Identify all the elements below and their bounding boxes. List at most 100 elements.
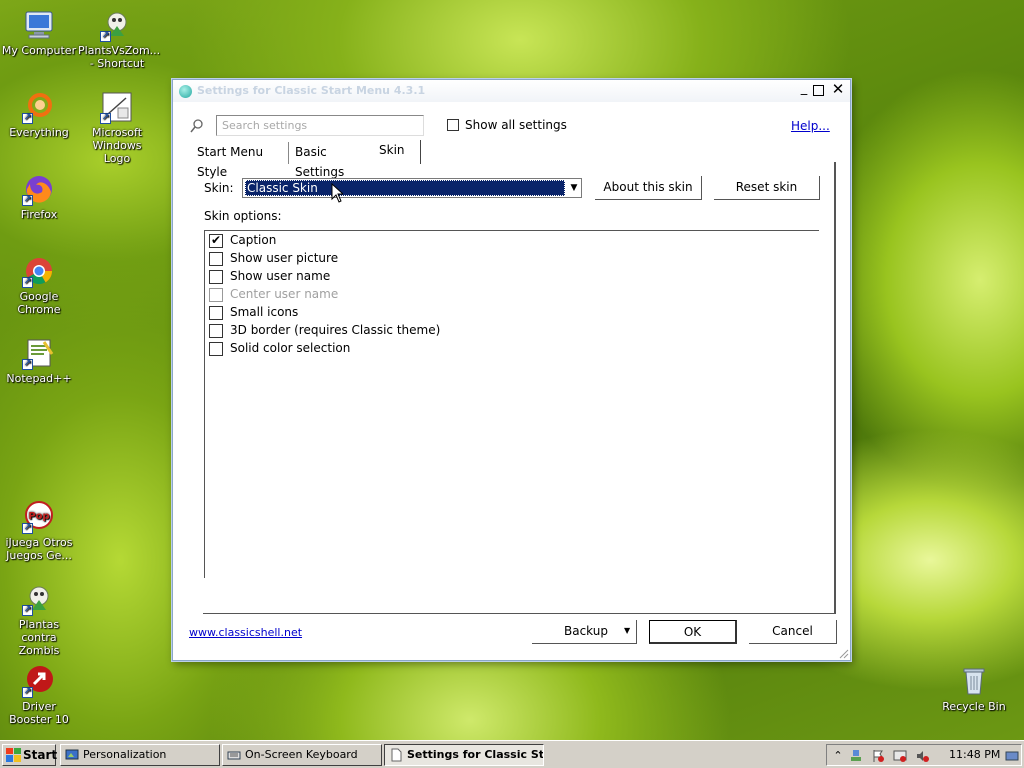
shortcut-arrow-icon: ↗ [22,687,33,698]
settings-window: Settings for Classic Start Menu 4.3.1 _ … [172,79,851,661]
skin-selected: Classic Skin [245,180,565,196]
resize-grip-icon[interactable] [837,647,849,659]
desktop-icon-label: Firefox [20,208,58,221]
firefox-icon: ↗ [22,172,56,206]
desktop-icon-everything[interactable]: ↗ Everything [0,90,78,139]
tab-start-menu-style[interactable]: Start Menu Style [193,142,289,179]
shortcut-arrow-icon: ↗ [22,359,33,370]
backup-label: Backup [564,624,608,638]
desktop-icon-recycle-bin[interactable]: Recycle Bin [935,664,1013,713]
desktop-icon-my-computer[interactable]: My Computer [0,8,78,57]
desktop-icon-label: Everything [9,126,69,139]
start-label: Start [23,748,58,762]
flag-icon[interactable] [871,749,885,763]
desktop-icon-label: Recycle Bin [942,700,1006,713]
option-label: Caption [230,233,277,247]
maximize-icon[interactable] [813,85,824,96]
notepad-plus-icon: ↗ [22,336,56,370]
center-user-name-checkbox [209,288,223,302]
desktop-icon-firefox[interactable]: ↗ Firefox [0,172,78,221]
skin-label: Skin: [204,181,234,195]
display-icon[interactable] [893,749,907,763]
show-desktop-icon[interactable] [1005,749,1019,763]
clock[interactable]: 11:48 PM [949,748,1000,761]
help-link[interactable]: Help... [791,119,830,133]
windows-logo-icon: ↗ [100,90,134,124]
show-all-settings-checkbox[interactable] [447,119,459,131]
keyboard-icon [227,751,241,760]
skin-options-list: ✔ Caption Show user picture Show user nam… [204,230,819,578]
option-label: Show user name [230,269,331,283]
desktop-icon-plantas-contra-zombis[interactable]: ↗ Plantas contra Zombis [0,582,78,657]
desktop-icon-windows-logo[interactable]: ↗ Microsoft Windows Logo [78,90,156,165]
desktop-icon-label: Google Chrome [17,290,61,316]
task-personalization[interactable]: Personalization [60,744,220,766]
shortcut-arrow-icon: ↗ [22,113,33,124]
task-on-screen-keyboard[interactable]: On-Screen Keyboard [222,744,382,766]
recycle-bin-icon [957,664,991,698]
my-computer-icon [22,8,56,42]
shortcut-arrow-icon: ↗ [22,195,33,206]
tab-basic-settings[interactable]: Basic Settings [291,142,371,179]
small-icons-checkbox[interactable] [209,306,223,320]
desktop-icon-label: Microsoft Windows Logo [91,126,143,165]
network-icon[interactable] [849,749,863,763]
search-icon [190,119,203,133]
skin-dropdown[interactable]: Classic Skin ▼ [242,178,582,198]
task-settings-classic-start[interactable]: Settings for Classic St... [384,744,544,766]
solid-color-selection-checkbox[interactable] [209,342,223,356]
reset-skin-button[interactable]: Reset skin [714,176,820,200]
search-input[interactable]: Search settings [216,115,424,136]
website-link[interactable]: www.classicshell.net [189,626,302,639]
mouse-cursor-icon [331,183,343,203]
backup-button[interactable]: Backup ▼ [532,620,637,644]
show-user-picture-checkbox[interactable] [209,252,223,266]
desktop-icon-popcap-games[interactable]: Pop ↗ iJuega Otros Juegos Ge... [0,500,78,562]
task-label: On-Screen Keyboard [245,748,358,761]
caption-checkbox[interactable]: ✔ [209,234,223,248]
shortcut-arrow-icon: ↗ [100,113,111,124]
plantas-contra-zombis-icon: ↗ [22,582,56,616]
desktop-icon-notepad-plus[interactable]: ↗ Notepad++ [0,336,78,385]
chevron-down-icon: ▼ [624,626,631,635]
option-label: Solid color selection [230,341,351,355]
tab-skin[interactable]: Skin [371,140,421,164]
desktop-icon-plants-vs-zombies[interactable]: ↗ PlantsVsZom... - Shortcut [78,8,161,70]
ok-button[interactable]: OK [649,620,737,644]
volume-icon[interactable] [915,749,929,763]
chevron-up-icon[interactable]: ⌃ [831,749,845,763]
task-label: Personalization [83,748,167,761]
plants-vs-zombies-icon: ↗ [100,8,134,42]
desktop-icon-label: My Computer [1,44,77,57]
about-skin-button[interactable]: About this skin [595,176,702,200]
driver-booster-icon: ↗ [22,664,56,698]
option-label: Show user picture [230,251,339,265]
search-placeholder: Search settings [222,119,308,132]
option-label: 3D border (requires Classic theme) [230,323,441,337]
document-icon [391,748,402,762]
popcap-games-icon: Pop ↗ [22,500,56,534]
option-label: Center user name [230,287,339,301]
3d-border-checkbox[interactable] [209,324,223,338]
desktop-icon-label: Plantas contra Zombis [18,618,60,657]
skin-value: Classic Skin [247,181,318,195]
chevron-down-icon[interactable]: ▼ [567,180,581,196]
show-user-name-checkbox[interactable] [209,270,223,284]
taskbar: Start Personalization On-Screen Keyboard… [0,740,1024,768]
windows-flag-icon [6,748,21,762]
personalization-icon [65,749,79,760]
show-all-settings-label: Show all settings [465,118,567,132]
title-bar[interactable]: Settings for Classic Start Menu 4.3.1 _ … [173,80,850,102]
desktop-icon-label: Driver Booster 10 [9,700,69,726]
skin-options-label: Skin options: [204,209,282,223]
desktop-icon-label: iJuega Otros Juegos Ge... [5,536,73,562]
minimize-icon[interactable]: _ [797,82,811,97]
option-label: Small icons [230,305,299,319]
cancel-button[interactable]: Cancel [749,620,837,644]
shortcut-arrow-icon: ↗ [22,523,33,534]
desktop-icon-label: PlantsVsZom... - Shortcut [78,44,161,70]
desktop-icon-driver-booster[interactable]: ↗ Driver Booster 10 [0,664,78,726]
start-button[interactable]: Start [2,744,58,766]
desktop-icon-chrome[interactable]: ↗ Google Chrome [0,254,78,316]
close-icon[interactable]: ✕ [831,82,845,97]
